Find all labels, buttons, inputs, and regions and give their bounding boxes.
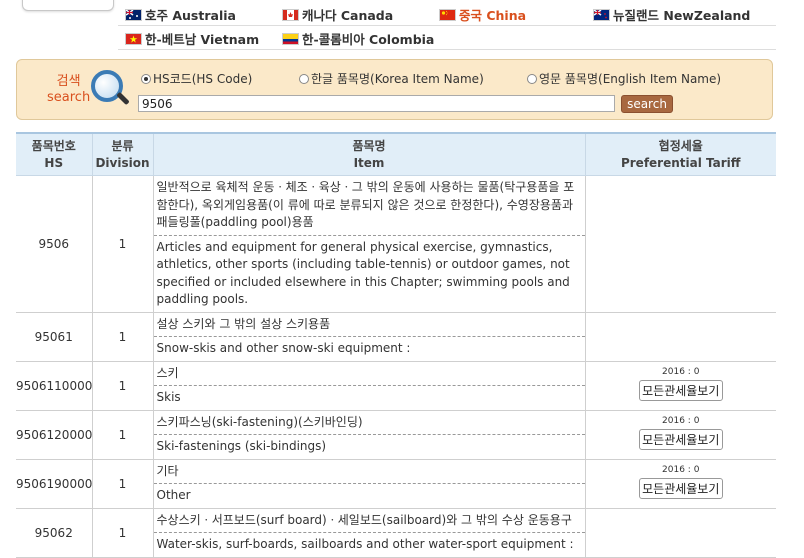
table-row: 95062 1 수상스키ㆍ서프보드(surf board)ㆍ세일보드(sailb… (16, 508, 776, 558)
division: 1 (91, 459, 153, 509)
tariff-table: 품목번호 HS 분류 Division 품목명 Item 협정세율 Preferenti… (16, 132, 776, 558)
division: 1 (91, 312, 153, 362)
view-all-tariffs-button[interactable]: 모든관세율보기 (638, 380, 723, 401)
item-cell: 기타 Other (152, 459, 585, 509)
header-division: 분류 Division (91, 132, 153, 176)
item-korean: 수상스키ㆍ서프보드(surf board)ㆍ세일보드(sailboard)와 그… (153, 509, 585, 533)
country-row-divider (118, 25, 776, 26)
country-label: 캐나다 Canada (302, 8, 394, 23)
search-title-ko: 검색 (56, 74, 81, 89)
table-row: 9506120000 1 스키파스닝(ski-fastening)(스키바인딩)… (16, 410, 776, 460)
hs-code: 95061 (16, 312, 92, 362)
item-korean: 일반적으로 육체적 운동ㆍ체조ㆍ육상ㆍ그 밖의 운동에 사용하는 물품(탁구용품… (153, 176, 585, 236)
item-korean: 기타 (153, 460, 585, 484)
magnifier-handle-icon (116, 91, 130, 106)
table-row: 9506190000 1 기타 Other 2016 : 0 모든관세율보기 (16, 459, 776, 509)
hs-code: 9506110000 (16, 361, 92, 411)
country-label: 한-콜롬비아 Colombia (302, 32, 435, 47)
table-row: 95061 1 설상 스키와 그 밖의 설상 스키용품 Snow-skis an… (16, 312, 776, 362)
hs-code: 9506120000 (16, 410, 92, 460)
newzealand-flag-icon (593, 8, 610, 21)
item-english: Water-skis, surf-boards, sailboards and … (156, 537, 574, 551)
radio-label: HS코드(HS Code) (153, 72, 253, 86)
tariff-cell: 2016 : 0 모든관세율보기 (584, 459, 776, 509)
country-link-australia[interactable]: 호주 Australia (125, 5, 236, 24)
country-label: 호주 Australia (145, 8, 236, 23)
item-english: Snow-skis and other snow-ski equipment : (156, 341, 411, 355)
logo-tab (22, 0, 114, 11)
canada-flag-icon (282, 8, 299, 21)
tariff-year-rate: 2016 : 0 (662, 465, 700, 475)
division: 1 (91, 508, 153, 558)
country-link-china[interactable]: 중국 China (439, 5, 526, 24)
radio-label: 한글 품목명(Korea Item Name) (311, 72, 484, 86)
item-cell: 설상 스키와 그 밖의 설상 스키용품 Snow-skis and other … (152, 312, 585, 362)
search-button[interactable]: search (621, 95, 673, 113)
tariff-cell (584, 312, 776, 362)
table-header-row: 품목번호 HS 분류 Division 품목명 Item 협정세율 Preferenti… (16, 132, 776, 176)
country-label: 한-베트남 Vietnam (145, 32, 260, 47)
item-korean: 스키 (153, 362, 585, 386)
hs-code: 9506190000 (16, 459, 92, 509)
item-cell: 스키파스닝(ski-fastening)(스키바인딩) Ski-fastenin… (152, 410, 585, 460)
division: 1 (91, 410, 153, 460)
china-flag-icon (439, 8, 456, 21)
table-row: 9506 1 일반적으로 육체적 운동ㆍ체조ㆍ육상ㆍ그 밖의 운동에 사용하는 … (16, 175, 776, 313)
radio-english-item-name[interactable]: 영문 품목명(English Item Name) (527, 70, 721, 87)
tariff-cell: 2016 : 0 모든관세율보기 (584, 361, 776, 411)
radio-hs-code[interactable]: HS코드(HS Code) (141, 70, 252, 87)
tariff-cell (584, 175, 776, 313)
country-link-colombia[interactable]: 한-콜롬비아 Colombia (282, 29, 434, 48)
item-korean: 스키파스닝(ski-fastening)(스키바인딩) (153, 411, 585, 435)
vietnam-flag-icon (125, 32, 142, 45)
item-english: Skis (156, 390, 181, 404)
radio-selected-icon (141, 73, 151, 84)
radio-korea-item-name[interactable]: 한글 품목명(Korea Item Name) (299, 70, 484, 87)
search-title-en: search (47, 90, 91, 105)
country-link-vietnam[interactable]: 한-베트남 Vietnam (125, 29, 259, 48)
search-panel: 검색 search HS코드(HS Code) 한글 품목명(Korea Ite… (16, 59, 773, 120)
colombia-flag-icon (282, 32, 299, 45)
country-link-canada[interactable]: 캐나다 Canada (282, 5, 393, 24)
item-cell: 스키 Skis (152, 361, 585, 411)
radio-unselected-icon (299, 73, 309, 84)
item-english: Other (156, 488, 191, 502)
division: 1 (91, 361, 153, 411)
tariff-cell: 2016 : 0 모든관세율보기 (584, 410, 776, 460)
item-cell: 일반적으로 육체적 운동ㆍ체조ㆍ육상ㆍ그 밖의 운동에 사용하는 물품(탁구용품… (152, 175, 585, 313)
view-all-tariffs-button[interactable]: 모든관세율보기 (638, 429, 723, 450)
header-tariff: 협정세율 Preferential Tariff (584, 132, 776, 176)
country-label: 중국 China (459, 8, 527, 23)
tariff-year-rate: 2016 : 0 (662, 367, 700, 377)
header-hs: 품목번호 HS (16, 132, 92, 176)
division: 1 (91, 175, 153, 313)
country-label: 뉴질랜드 NewZealand (613, 8, 751, 23)
radio-unselected-icon (527, 73, 537, 84)
view-all-tariffs-button[interactable]: 모든관세율보기 (638, 478, 723, 499)
tariff-year-rate: 2016 : 0 (662, 416, 700, 426)
hs-code: 9506 (16, 175, 92, 313)
item-korean: 설상 스키와 그 밖의 설상 스키용품 (153, 313, 585, 337)
item-english: Ski-fastenings (ski-bindings) (156, 439, 327, 453)
item-english: Articles and equipment for general physi… (156, 239, 570, 307)
australia-flag-icon (125, 8, 142, 21)
country-row-divider (118, 49, 776, 50)
country-link-newzealand[interactable]: 뉴질랜드 NewZealand (593, 5, 750, 24)
radio-label: 영문 품목명(English Item Name) (539, 72, 722, 86)
search-input[interactable] (138, 95, 615, 112)
item-cell: 수상스키ㆍ서프보드(surf board)ㆍ세일보드(sailboard)와 그… (152, 508, 585, 558)
header-item: 품목명 Item (152, 132, 585, 176)
search-title: 검색 search (47, 74, 90, 106)
tariff-cell (584, 508, 776, 558)
table-row: 9506110000 1 스키 Skis 2016 : 0 모든관세율보기 (16, 361, 776, 411)
hs-code: 95062 (16, 508, 92, 558)
